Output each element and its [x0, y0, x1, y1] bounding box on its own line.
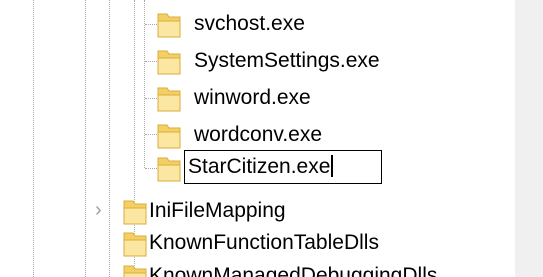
- tree-node-label: svchost.exe: [194, 12, 305, 35]
- chevron-right-icon[interactable]: ›: [95, 200, 102, 220]
- tree-node-label: KnownFunctionTableDlls: [149, 231, 379, 254]
- tree-node-svchost[interactable]: svchost.exe: [157, 6, 417, 42]
- vertical-scrollbar[interactable]: [515, 0, 543, 277]
- tree-node-knownmanageddebuggingdlls[interactable]: KnownManagedDebuggingDlls: [123, 258, 515, 277]
- folder-icon: [157, 47, 182, 75]
- tree-node-label: winword.exe: [194, 86, 311, 109]
- folder-icon: [157, 154, 182, 182]
- tree-node-inifilemapping[interactable]: › IniFileMapping: [95, 193, 395, 229]
- rename-input-value: StarCitizen.exe: [188, 155, 331, 178]
- folder-icon: [157, 84, 182, 112]
- tree-guide-line: [109, 0, 110, 277]
- tree-node-winword[interactable]: winword.exe: [157, 80, 417, 116]
- tree-connector: [145, 168, 157, 169]
- tree-node-label: wordconv.exe: [194, 123, 323, 146]
- folder-icon: [123, 229, 148, 257]
- tree-node-wordconv[interactable]: wordconv.exe: [157, 117, 417, 153]
- tree-node-label: SystemSettings.exe: [194, 49, 380, 72]
- tree-connector: [145, 134, 157, 135]
- tree-guide-line: [33, 0, 34, 277]
- folder-icon: [123, 262, 148, 277]
- tree-guide-line: [144, 0, 145, 168]
- folder-icon: [157, 10, 182, 38]
- folder-icon: [123, 197, 148, 225]
- tree-connector: [145, 98, 157, 99]
- tree-node-starcitizen[interactable]: StarCitizen.exe: [157, 150, 397, 186]
- folder-icon: [157, 121, 182, 149]
- rename-input[interactable]: StarCitizen.exe: [184, 150, 382, 184]
- tree-node-label: IniFileMapping: [149, 199, 286, 222]
- tree-connector: [145, 24, 157, 25]
- tree-node-knownfunctiontabledlls[interactable]: KnownFunctionTableDlls: [123, 225, 483, 261]
- tree-guide-line: [85, 0, 86, 277]
- tree-node-label: KnownManagedDebuggingDlls: [149, 264, 438, 277]
- text-caret: [331, 155, 334, 177]
- tree-node-systemsettings[interactable]: SystemSettings.exe: [157, 43, 437, 79]
- registry-tree-view: svchost.exe SystemSettings.exe winword.e…: [0, 0, 543, 277]
- tree-connector: [145, 61, 157, 62]
